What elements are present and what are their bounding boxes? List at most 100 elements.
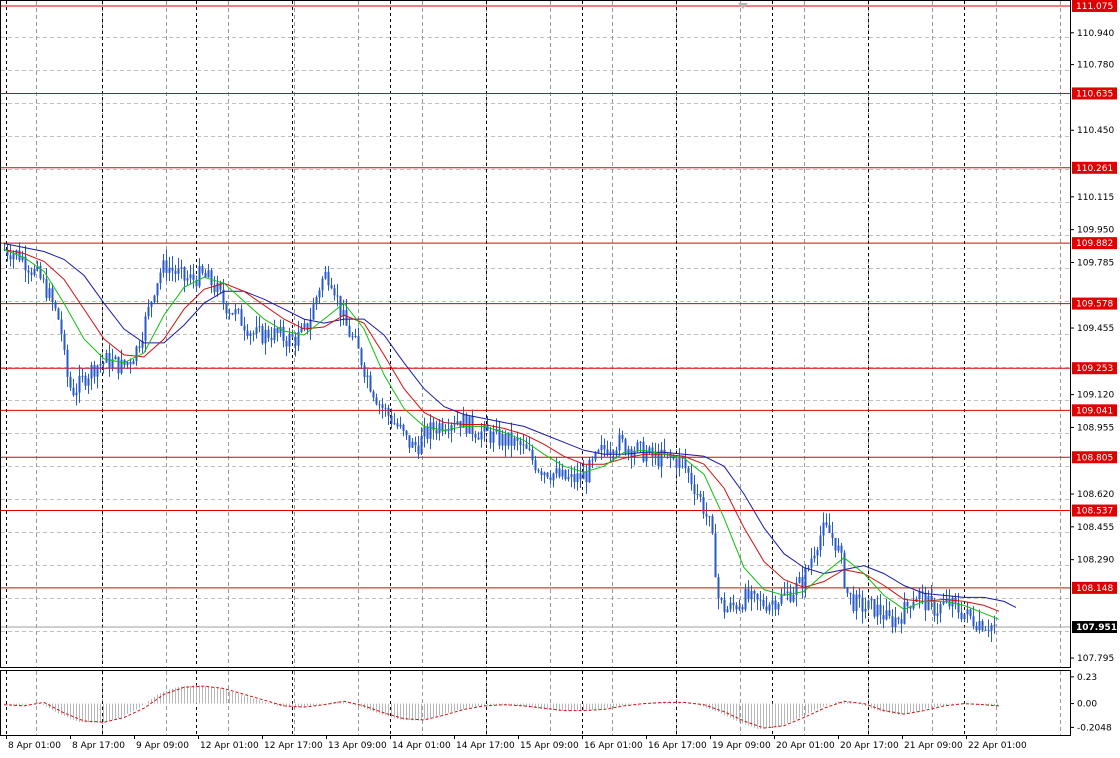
candle-body [417,445,420,454]
candle-body [447,430,450,432]
candle-body [366,375,369,377]
time-axis-label: 8 Apr 17:00 [72,741,125,751]
candle-body [363,365,366,377]
candle-body [381,404,384,409]
candle-body [615,450,618,454]
candle-body [180,267,183,269]
candle-body [57,308,60,320]
candle-body [429,422,432,439]
candle-body [99,364,102,366]
candle-body [864,608,867,612]
candle-body [708,516,711,518]
candle-body [699,493,702,497]
candle-body [372,391,375,398]
candle-body [72,387,75,396]
candle-body [102,362,105,365]
price-level-label: 110.635 [1076,89,1113,99]
candle-body [30,272,33,275]
current-price-label: 107.951 [1076,623,1117,633]
chart-background [0,0,1120,758]
time-axis-label: 21 Apr 09:00 [904,741,963,751]
candle-body [618,434,621,451]
candle-body [348,325,351,337]
candle-body [108,352,111,369]
candle-body [87,378,90,386]
candle-body [687,468,690,473]
candle-body [906,601,909,607]
candle-body [855,594,858,612]
candle-body [333,288,336,296]
candle-body [276,328,279,334]
candle-body [225,303,228,314]
candle-body [528,448,531,450]
price-chart[interactable]: 110.940 110.780 110.450 110.115 109.950 109.7… [0,0,1120,758]
candle-body [315,297,318,305]
candle-body [177,268,180,274]
price-axis-label: 109.120 [1077,391,1114,401]
candle-body [186,278,189,281]
candle-body [903,601,906,624]
time-axis-label: 19 Apr 09:00 [712,741,771,751]
candle-body [549,477,552,481]
candle-body [153,295,156,303]
candle-body [216,282,219,293]
candle-body [894,617,897,627]
candle-body [873,599,876,617]
candle-body [963,614,966,620]
candle-body [978,621,981,631]
candle-body [387,407,390,416]
candle-body [696,493,699,495]
candle-body [735,605,738,610]
time-axis-label: 15 Apr 09:00 [520,741,579,751]
candle-body [585,471,588,483]
price-level-label: 109.578 [1076,300,1113,310]
candle-body [414,441,417,446]
candle-body [156,283,159,296]
price-level-label: 108.805 [1076,453,1113,463]
candle-body [231,313,234,315]
candle-body [510,432,513,446]
candle-body [720,598,723,600]
candle-body [714,533,717,578]
candle-body [831,532,834,538]
time-axis-label: 22 Apr 01:00 [968,741,1027,751]
candle-body [936,613,939,616]
candle-body [270,337,273,341]
candle-body [450,425,453,432]
candle-body [474,433,477,438]
price-axis-label: 110.115 [1077,193,1114,203]
candle-body [753,591,756,594]
candle-body [603,444,606,450]
candle-body [501,433,504,446]
candle-body [780,594,783,604]
candle-body [786,591,789,594]
candle-body [966,609,969,615]
candle-body [432,422,435,431]
candle-body [723,599,726,613]
candle-body [327,271,330,286]
candle-body [561,469,564,477]
candle-body [573,474,576,483]
candle-body [330,285,333,289]
candle-body [228,313,231,315]
time-axis-label: 13 Apr 09:00 [328,741,387,751]
candle-body [165,260,168,273]
candle-body [402,424,405,431]
candle-body [369,375,372,392]
candle-body [852,594,855,612]
candle-body [105,352,108,363]
candle-body [453,424,456,426]
candle-body [870,599,873,601]
candle-body [483,424,486,432]
candle-body [396,423,399,427]
candle-body [594,452,597,460]
candle-body [129,362,132,365]
candle-body [576,473,579,483]
candle-body [300,328,303,332]
candle-body [318,290,321,298]
candle-body [798,576,801,583]
candle-body [621,434,624,440]
candle-body [390,415,393,424]
price-axis-label: 110.780 [1077,61,1114,71]
candle-body [885,610,888,620]
